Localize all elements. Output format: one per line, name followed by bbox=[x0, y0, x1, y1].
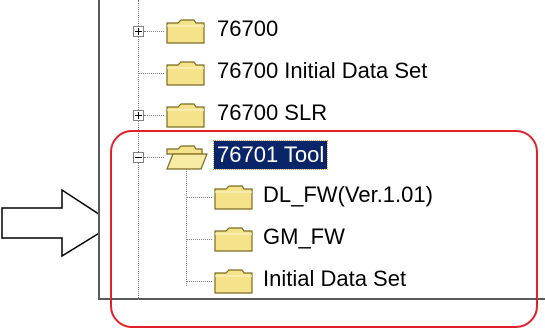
tree-item-76700-initial-data-set[interactable]: 76700 Initial Data Set bbox=[100, 56, 540, 88]
folder-closed-icon bbox=[166, 103, 205, 128]
folder-closed-icon bbox=[166, 19, 205, 44]
tree-item-76700-slr[interactable]: 76700 SLR bbox=[100, 98, 540, 130]
tree-connector-line bbox=[144, 115, 164, 116]
highlight-annotation-box bbox=[110, 130, 538, 328]
tree-item-label: 76700 bbox=[217, 16, 279, 41]
tree-item-label: 76700 SLR bbox=[217, 100, 328, 125]
tree-connector-line bbox=[138, 73, 164, 74]
folder-closed-icon bbox=[166, 61, 205, 86]
tree-connector-line bbox=[144, 31, 164, 32]
expand-plus-icon[interactable] bbox=[133, 110, 144, 121]
tree-item-label: 76700 Initial Data Set bbox=[217, 58, 428, 83]
expand-plus-icon[interactable] bbox=[133, 26, 144, 37]
tree-item-76700[interactable]: 76700 bbox=[100, 14, 540, 46]
